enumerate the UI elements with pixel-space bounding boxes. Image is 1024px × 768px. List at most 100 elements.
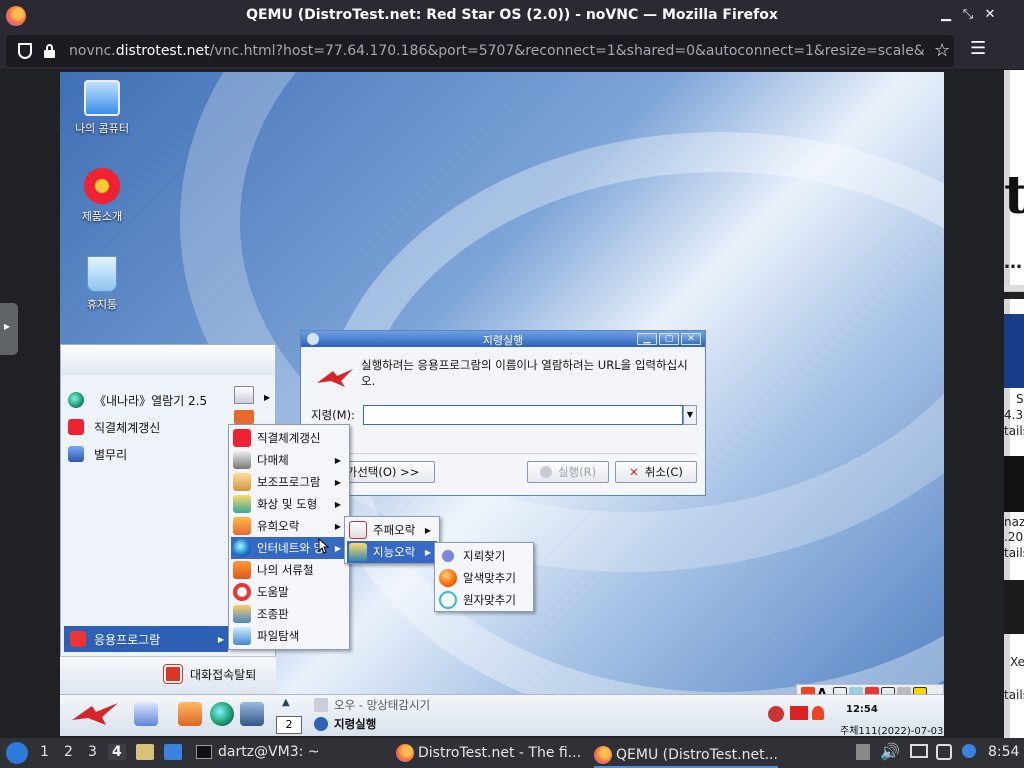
workspace-switcher[interactable]: 2 xyxy=(276,716,302,734)
novnc-control-handle[interactable] xyxy=(0,303,18,355)
menu-item-multimedia[interactable]: 다매체 ▶ xyxy=(231,449,347,471)
command-history-dropdown[interactable]: ▼ xyxy=(683,405,697,425)
globe-icon xyxy=(233,539,251,557)
file-search-icon xyxy=(233,627,251,645)
file-manager-icon[interactable] xyxy=(136,744,154,760)
host-workspace-3[interactable]: 3 xyxy=(88,744,97,760)
restore-icon[interactable]: ⤡ xyxy=(958,5,978,25)
clipboard-icon[interactable] xyxy=(936,744,952,760)
package-icon[interactable] xyxy=(178,702,202,726)
trash-icon xyxy=(87,256,117,292)
host-workspace-4[interactable]: 4 xyxy=(108,744,126,760)
applications-menu-item[interactable]: 응용프로그람 ▶ xyxy=(64,626,228,652)
chat-icon xyxy=(68,446,84,462)
start-item-browser[interactable]: 《내나라》열람기 2.5 xyxy=(68,389,207,411)
host-task-firefox-qemu[interactable]: QEMU (DistroTest.net... xyxy=(594,744,778,768)
desktop-show-icon[interactable] xyxy=(134,702,158,726)
cards-icon xyxy=(349,521,367,539)
start-item-stars[interactable]: 별무리 xyxy=(68,443,127,465)
menu-item-color-match[interactable]: 알색맞추기 xyxy=(437,567,531,589)
puzzle-submenu: 지뢰찾기 알색맞추기 원자맞추기 xyxy=(434,542,534,612)
host-task-terminal[interactable]: dartz@VM3: ~ xyxy=(196,744,320,760)
minimize-icon[interactable]: ▁ xyxy=(936,5,956,25)
power-icon xyxy=(164,665,182,683)
dialog-titlebar[interactable]: 지령실행 ▁ ▢ ✕ xyxy=(301,331,705,347)
bookmark-star-icon[interactable]: ☆ xyxy=(934,40,950,61)
host-clock[interactable]: 8:54 xyxy=(988,744,1019,760)
globe-icon xyxy=(68,392,84,408)
network-status-icon[interactable] xyxy=(768,706,784,722)
fire-icon[interactable] xyxy=(812,706,824,720)
menu-item-card-games[interactable]: 주패오락 ▶ xyxy=(347,519,437,541)
document-icon[interactable] xyxy=(234,386,254,404)
menu-hamburger-icon[interactable]: ☰ xyxy=(970,38,986,59)
task-network-monitor[interactable]: 오우 - 망상태감시기 xyxy=(314,697,430,713)
whisker-menu-icon[interactable] xyxy=(6,742,28,764)
menu-item-graphics[interactable]: 화상 및 도형 ▶ xyxy=(231,493,347,515)
url-text[interactable]: novnc.distrotest.net/vnc.html?host=77.64… xyxy=(69,43,929,59)
host-workspace-1[interactable]: 1 xyxy=(40,744,49,760)
games-icon xyxy=(233,517,251,535)
rs-date: 주체111(2022)-07-03 xyxy=(840,726,944,737)
logout-button[interactable]: 대화접속탈퇴 xyxy=(164,665,256,683)
package-icon[interactable] xyxy=(234,410,254,424)
cancel-button[interactable]: ✕ 취소(C) xyxy=(615,461,697,483)
control-panel-icon xyxy=(233,605,251,623)
scroll-indicator-icon[interactable] xyxy=(856,744,870,760)
applications-submenu: 직결체계갱신 다매체 ▶ 보조프로그람 ▶ 화상 및 도형 ▶ 유희오락 ▶ 인터네트와… xyxy=(228,424,350,650)
cancel-x-icon: ✕ xyxy=(629,465,639,479)
menu-item-file-browser[interactable]: 파일탐색 xyxy=(231,625,347,647)
show-desktop-icon[interactable] xyxy=(164,744,182,760)
red-star-icon xyxy=(233,429,251,447)
run-button[interactable]: 실행(R) xyxy=(527,461,609,483)
flag-icon[interactable] xyxy=(790,706,808,720)
menu-item-atomix[interactable]: 원자맞추기 xyxy=(437,589,531,611)
display-icon[interactable] xyxy=(910,744,928,758)
menu-item-control-panel[interactable]: 조종판 xyxy=(231,603,347,625)
dialog-close-button[interactable]: ✕ xyxy=(681,333,701,345)
task-run-dialog[interactable]: 지령실행 xyxy=(314,716,376,732)
globe-icon[interactable] xyxy=(210,702,234,726)
paint-icon xyxy=(233,495,251,513)
menu-item-help[interactable]: 도움말 xyxy=(231,581,347,603)
pin-icon: ▲ xyxy=(282,697,290,708)
notification-icon[interactable] xyxy=(962,744,976,758)
host-task-firefox-distrotest[interactable]: DistroTest.net - The fi... xyxy=(396,744,581,762)
desktop-icon-product-intro[interactable]: 제품소개 xyxy=(62,168,142,224)
volume-icon[interactable]: 🔊 xyxy=(880,742,900,761)
desktop-icon-trash[interactable]: 휴지통 xyxy=(62,256,142,312)
host-workspace-2[interactable]: 2 xyxy=(64,744,73,760)
menu-item-accessories[interactable]: 보조프로그람 ▶ xyxy=(231,471,347,493)
terminal-icon xyxy=(196,745,212,759)
url-bar[interactable]: novnc.distrotest.net/vnc.html?host=77.64… xyxy=(6,35,954,67)
red-star-icon xyxy=(70,631,86,647)
side-page-image xyxy=(1004,456,1024,512)
tracking-shield-icon[interactable] xyxy=(18,43,32,59)
window-title: QEMU (DistroTest.net: Red Star OS (2.0))… xyxy=(246,7,778,23)
dialog-maximize-button[interactable]: ▢ xyxy=(659,333,679,345)
start-item-system-update[interactable]: 직결체계갱신 xyxy=(68,416,160,438)
browser-titlebar: QEMU (DistroTest.net: Red Star OS (2.0))… xyxy=(0,0,1024,32)
lock-icon[interactable] xyxy=(44,44,55,58)
desktop-icon-my-computer[interactable]: 나의 콤퓨터 xyxy=(62,80,142,136)
close-icon[interactable]: ✕ xyxy=(980,5,1000,25)
side-page-image xyxy=(1004,314,1024,388)
tools-icon xyxy=(233,473,251,491)
rs-start-button-icon[interactable] xyxy=(70,700,120,728)
dialog-minimize-button[interactable]: ▁ xyxy=(637,333,657,345)
red-star-icon xyxy=(68,419,84,435)
firefox-icon xyxy=(594,746,612,764)
command-input[interactable] xyxy=(363,405,683,425)
rs-clock[interactable]: 12:54 xyxy=(846,704,878,715)
menu-item-system-update[interactable]: 직결체계갱신 xyxy=(231,427,347,449)
chat-icon[interactable] xyxy=(240,702,264,726)
firefox-icon xyxy=(396,744,414,762)
menu-item-minesweeper[interactable]: 지뢰찾기 xyxy=(437,545,531,567)
menu-item-my-documents[interactable]: 나의 서류철 xyxy=(231,559,347,581)
side-page-image xyxy=(1004,580,1024,634)
run-dialog: 지령실행 ▁ ▢ ✕ 실행하려는 응용프로그람의 이름이나 열람하려는 URL을… xyxy=(300,330,706,496)
folder-icon xyxy=(233,561,251,579)
menu-item-puzzle-games[interactable]: 지능오락 ▶ xyxy=(347,541,437,563)
games-submenu: 주패오락 ▶ 지능오락 ▶ xyxy=(344,516,440,564)
menu-item-games[interactable]: 유희오락 ▶ xyxy=(231,515,347,537)
